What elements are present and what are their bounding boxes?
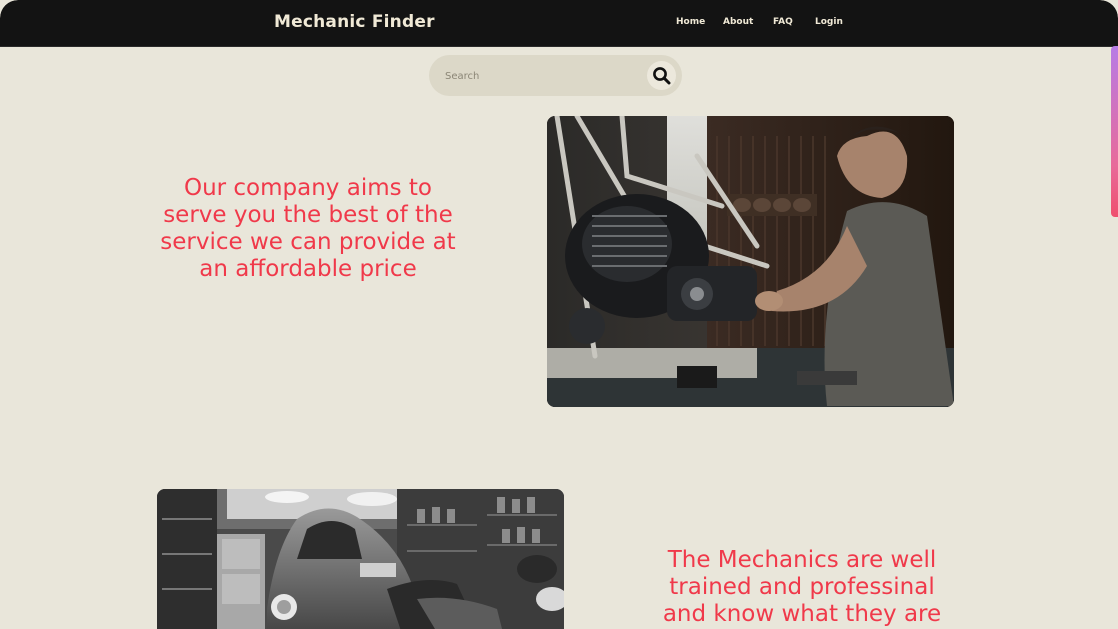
nav-login-link[interactable]: Login: [815, 17, 843, 27]
search-button[interactable]: [647, 61, 676, 90]
nav-home-link[interactable]: Home: [676, 17, 705, 27]
nav-about-link[interactable]: About: [723, 17, 753, 27]
mechanics-trained-text: The Mechanics are well trained and profe…: [662, 547, 942, 627]
brand-logo-text[interactable]: Mechanic Finder: [274, 12, 435, 32]
search-input[interactable]: [443, 66, 637, 86]
search-icon: [653, 67, 671, 85]
top-navbar: Mechanic Finder Home About FAQ Login: [0, 0, 1118, 47]
mechanic-car-photo: [157, 489, 564, 629]
nav-faq-link[interactable]: FAQ: [773, 17, 793, 27]
mechanic-motorcycle-photo: [547, 116, 954, 407]
page: Mechanic Finder Home About FAQ Login Our…: [0, 0, 1118, 629]
scroll-progress-indicator: [1111, 46, 1118, 217]
search-bar: [429, 55, 682, 96]
vintage-car-garage-image: [157, 489, 564, 629]
company-mission-text: Our company aims to serve you the best o…: [160, 175, 456, 282]
motorcycle-engine-image: [547, 116, 954, 407]
